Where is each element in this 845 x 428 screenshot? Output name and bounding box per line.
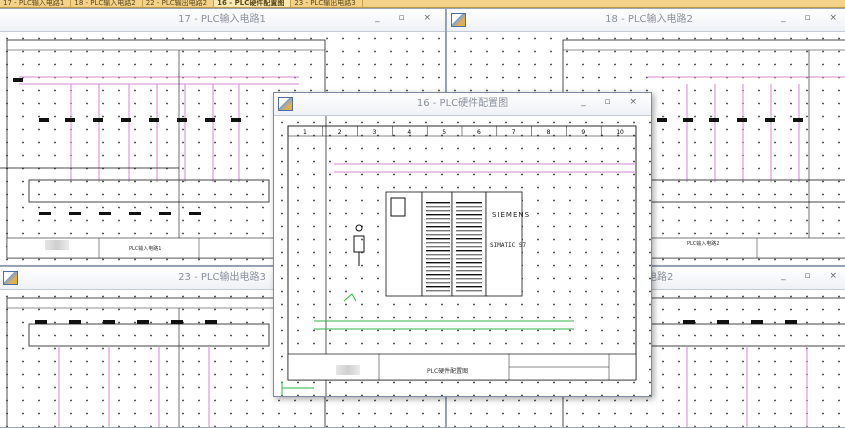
- title-block-logo: [45, 240, 69, 250]
- ruler-number: 2: [338, 129, 342, 136]
- ruler-number: 8: [547, 129, 551, 136]
- window-controls[interactable]: _ ▫ ×: [375, 13, 439, 23]
- window-titlebar[interactable]: 16 - PLC硬件配置图 _ ▫ ×: [274, 93, 651, 116]
- ruler-number: 3: [373, 129, 377, 136]
- sheet-title: PLC输入电路2: [687, 241, 720, 247]
- window-controls[interactable]: _ ▫ ×: [581, 97, 645, 107]
- title-block-logo: [336, 365, 360, 375]
- ruler-number: 10: [616, 129, 624, 136]
- window-titlebar[interactable]: 18 - PLC输入电路2 _ ▫ ×: [447, 9, 845, 32]
- document-tab-bar: 17 - PLC输入电路1 18 - PLC输入电路2 22 - PLC输出电路2 1…: [0, 0, 845, 8]
- sheet-title: PLC硬件配置图: [427, 368, 469, 375]
- ruler-number: 5: [442, 129, 446, 136]
- ruler-number: 9: [581, 129, 585, 136]
- schematic-drawing: 1 2 3 4 5 6 7 8 9 10: [281, 116, 637, 396]
- plc-model: SIMATIC S7: [490, 242, 527, 249]
- window-plc-hardware-config[interactable]: 16 - PLC硬件配置图 _ ▫ × 1 2 3 4 5 6 7 8 9 10: [273, 92, 652, 397]
- drawing-canvas[interactable]: 1 2 3 4 5 6 7 8 9 10 SIEMENS SIMATIC S7: [274, 116, 651, 396]
- ruler-number: 1: [303, 129, 307, 136]
- ruler-number: 7: [512, 129, 516, 136]
- document-tab[interactable]: 23 - PLC输出电路3: [291, 0, 363, 7]
- ruler-number: 6: [477, 129, 481, 136]
- ruler-number: 4: [407, 129, 411, 136]
- sheet-title: PLC输入电路1: [129, 246, 162, 252]
- document-tab[interactable]: 18 - PLC输入电路2: [71, 0, 143, 7]
- plc-brand: SIEMENS: [492, 211, 531, 219]
- document-tab[interactable]: 16 - PLC硬件配置图: [214, 0, 292, 7]
- window-controls[interactable]: _ ▫ ×: [781, 13, 845, 23]
- document-tab[interactable]: 22 - PLC输出电路2: [143, 0, 215, 7]
- window-titlebar[interactable]: 17 - PLC输入电路1 _ ▫ ×: [0, 9, 445, 32]
- document-tab[interactable]: 17 - PLC输入电路1: [0, 0, 72, 7]
- window-controls[interactable]: _ ▫ ×: [781, 271, 845, 281]
